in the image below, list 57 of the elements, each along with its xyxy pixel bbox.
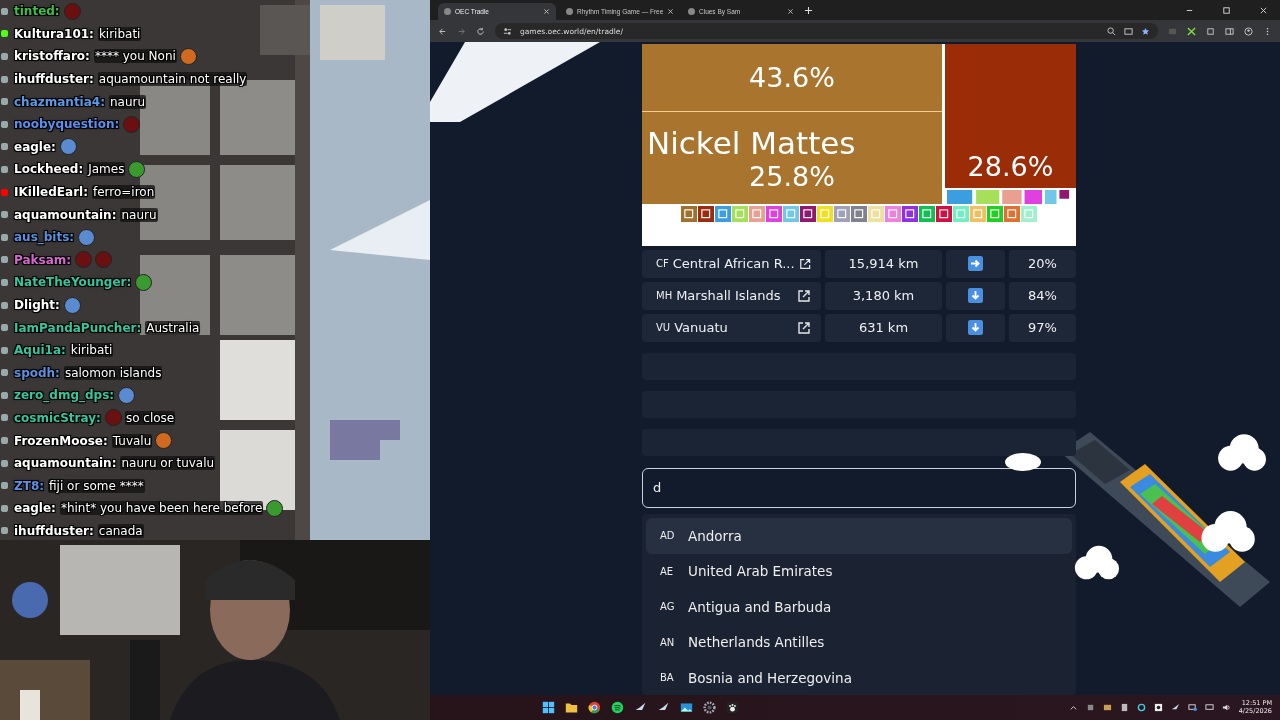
close-icon[interactable] <box>667 8 675 15</box>
spotify-icon[interactable] <box>611 701 624 714</box>
down-arrow-icon <box>968 288 983 304</box>
close-icon[interactable] <box>543 8 550 15</box>
country-name: Marshall Islands <box>676 288 782 304</box>
proximity-cell: 20% <box>1009 249 1076 278</box>
proximity-cell: 97% <box>1009 313 1076 342</box>
zoom-icon[interactable] <box>1107 26 1116 36</box>
caret-icon[interactable] <box>1068 703 1078 712</box>
suggestion-item[interactable]: AG Antigua and Barbuda <box>646 589 1072 625</box>
forward-icon[interactable] <box>457 26 466 36</box>
external-link-icon[interactable] <box>797 320 811 335</box>
maximize-icon[interactable] <box>1222 5 1231 15</box>
country-code: CF <box>656 258 669 270</box>
folder-icon[interactable] <box>565 701 578 714</box>
favicon-icon <box>566 8 573 15</box>
close-icon[interactable] <box>1259 5 1268 15</box>
windows-start-icon[interactable] <box>542 701 555 714</box>
treemap-tile: Nickel Mattes 25.8% <box>642 112 942 204</box>
country-code: VU <box>656 322 671 334</box>
country-code: MH <box>656 290 673 302</box>
suggestion-item[interactable]: BA Bosnia and Herzegovina <box>646 660 1072 695</box>
treemap-tile: 28.6% <box>945 44 1076 188</box>
country-input[interactable]: d <box>642 467 1076 508</box>
suggestion-item[interactable]: AN Netherlands Antilles <box>646 624 1072 660</box>
bookmark-star-icon[interactable] <box>1141 26 1150 36</box>
side-panel-icon[interactable] <box>1225 26 1234 36</box>
proximity-cell: 84% <box>1009 281 1076 310</box>
down-arrow-icon <box>968 320 983 336</box>
suggestion-item[interactable]: AE United Arab Emirates <box>646 553 1072 589</box>
network-icon[interactable] <box>1187 703 1197 712</box>
paw-icon[interactable] <box>726 701 739 714</box>
new-tab-icon[interactable] <box>804 5 813 15</box>
site-info-icon <box>503 26 512 36</box>
favicon-icon <box>444 8 451 15</box>
extension-icon[interactable] <box>1187 26 1196 36</box>
external-link-icon[interactable] <box>798 256 811 271</box>
favicon-icon <box>688 8 695 15</box>
settings-icon[interactable] <box>703 701 716 714</box>
distance-cell: 15,914 km <box>825 249 942 278</box>
close-icon[interactable] <box>787 8 794 15</box>
chrome-icon[interactable] <box>588 701 601 714</box>
monitor-icon[interactable] <box>1204 703 1214 712</box>
tray-app-icon[interactable] <box>1153 703 1163 712</box>
cloud-icon <box>1215 432 1267 474</box>
suggestion-item[interactable]: AD Andorra <box>646 518 1072 554</box>
distance-cell: 631 km <box>825 313 942 342</box>
treemap-tile: 43.6% <box>642 44 942 111</box>
external-link-icon[interactable] <box>797 288 811 303</box>
country-name: Vanuatu <box>674 320 729 336</box>
photos-icon[interactable] <box>680 701 693 714</box>
speaker-icon[interactable] <box>1221 703 1231 712</box>
distance-cell: 3,180 km <box>825 281 942 310</box>
country-name: Central African R... <box>672 256 795 272</box>
back-icon[interactable] <box>438 26 447 36</box>
profile-icon[interactable] <box>1244 26 1253 36</box>
reload-icon[interactable] <box>476 26 485 36</box>
